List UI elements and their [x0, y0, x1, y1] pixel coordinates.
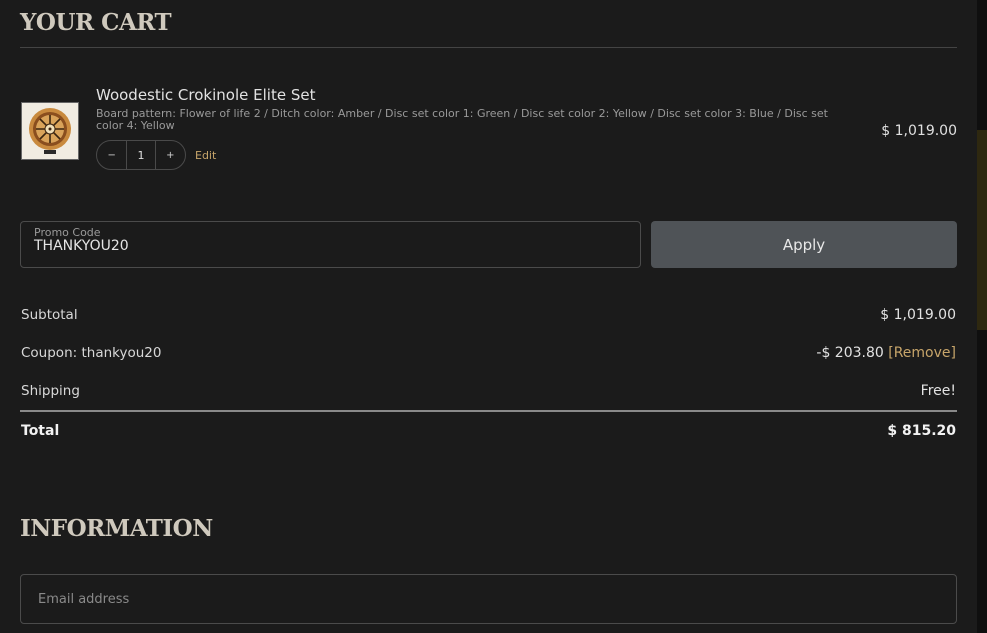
crokinole-board-icon [29, 108, 71, 154]
checkout-page: YOUR CART Woodestic Crokinole Elite Set … [0, 0, 977, 633]
total-value: $ 815.20 [887, 423, 956, 439]
product-price: $ 1,019.00 [881, 123, 957, 139]
coupon-label: Coupon: thankyou20 [21, 345, 162, 361]
apply-promo-button[interactable]: Apply [651, 221, 957, 268]
scrollbar-thumb[interactable] [977, 130, 987, 330]
coupon-value-group: -$ 203.80 [Remove] [816, 345, 956, 361]
promo-code-input[interactable]: THANKYOU20 [34, 238, 129, 254]
total-label: Total [21, 423, 60, 439]
decrease-quantity-button[interactable]: − [97, 141, 126, 169]
subtotal-label: Subtotal [21, 307, 78, 323]
remove-coupon-link[interactable]: [Remove] [888, 345, 956, 361]
promo-code-field[interactable]: Promo Code THANKYOU20 [20, 221, 641, 268]
product-image[interactable] [21, 102, 79, 160]
email-field[interactable]: Email address [20, 574, 957, 624]
scrollbar[interactable] [977, 0, 987, 633]
information-title: INFORMATION [20, 515, 213, 542]
quantity-stepper: − 1 + [96, 140, 186, 170]
cart-title: YOUR CART [20, 9, 172, 36]
total-divider [20, 410, 957, 412]
cart-title-divider [20, 47, 957, 48]
coupon-discount-value: -$ 203.80 [816, 345, 884, 361]
product-variant: Board pattern: Flower of life 2 / Ditch … [96, 107, 828, 132]
increase-quantity-button[interactable]: + [156, 141, 185, 169]
shipping-value: Free! [920, 383, 956, 399]
edit-item-link[interactable]: Edit [195, 149, 216, 162]
shipping-label: Shipping [21, 383, 80, 399]
subtotal-value: $ 1,019.00 [880, 307, 956, 323]
quantity-value[interactable]: 1 [126, 141, 156, 169]
product-name[interactable]: Woodestic Crokinole Elite Set [96, 86, 315, 104]
